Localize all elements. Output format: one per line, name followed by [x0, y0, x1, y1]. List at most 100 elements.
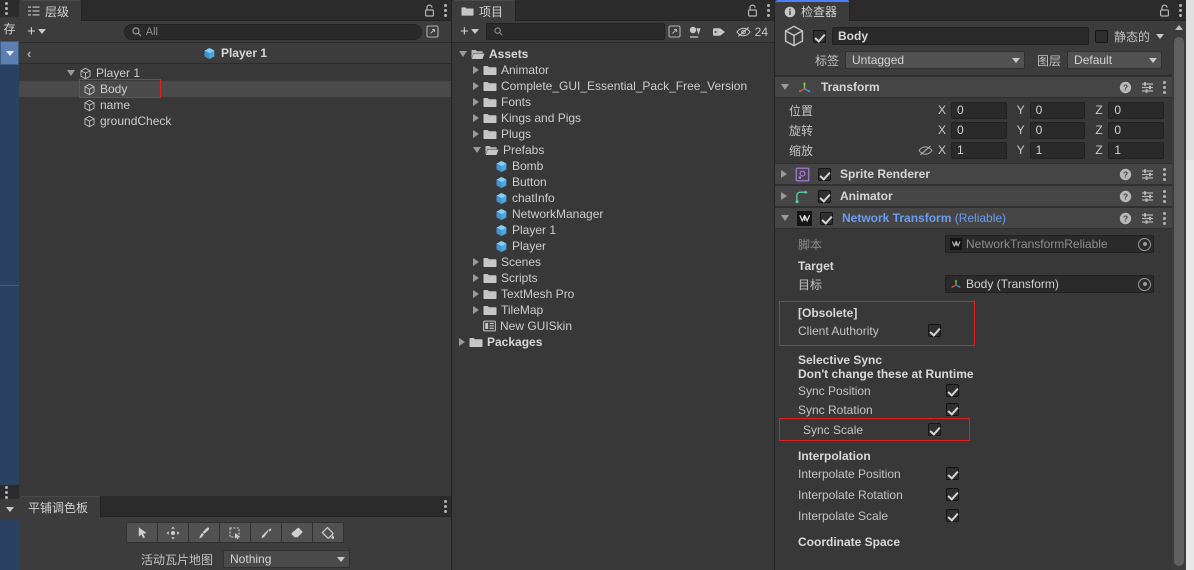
select-tool-button[interactable] — [126, 522, 158, 543]
object-picker-icon[interactable] — [1138, 277, 1151, 291]
kebab-icon[interactable] — [1179, 4, 1182, 17]
paint-tool-button[interactable] — [188, 522, 220, 543]
triangle-expanded-icon[interactable] — [781, 215, 789, 221]
project-row-scenes[interactable]: Scenes — [452, 254, 774, 270]
triangle-expanded-icon[interactable] — [473, 147, 481, 153]
left-panel-dropdown[interactable] — [0, 41, 19, 65]
triangle-expanded-icon[interactable] — [67, 70, 75, 76]
interpolate-position-checkbox[interactable] — [946, 467, 959, 480]
project-row-plugs[interactable]: Plugs — [452, 126, 774, 142]
preset-icon[interactable] — [1141, 81, 1154, 94]
transform-rotation-z[interactable]: 0 — [1108, 121, 1165, 139]
hierarchy-row-groundcheck[interactable]: groundCheck — [19, 113, 451, 129]
object-picker-icon[interactable] — [1138, 237, 1151, 251]
sync-scale-checkbox[interactable] — [928, 423, 941, 436]
box-fill-tool-button[interactable] — [219, 522, 251, 543]
triangle-collapsed-icon[interactable] — [473, 114, 479, 122]
tag-dropdown[interactable]: Untagged — [845, 51, 1026, 69]
triangle-expanded-icon[interactable] — [459, 51, 467, 57]
picker-tool-button[interactable] — [250, 522, 282, 543]
transform-position-x[interactable]: 0 — [951, 101, 1007, 119]
lock-icon[interactable] — [747, 4, 758, 17]
project-row-new-guiskin[interactable]: New GUISkin — [452, 318, 774, 334]
tab-hierarchy[interactable]: 层级 — [19, 0, 83, 21]
help-icon[interactable]: ? — [1119, 81, 1132, 94]
help-icon[interactable]: ? — [1119, 168, 1132, 181]
lock-icon[interactable] — [424, 4, 435, 17]
page-scrollbar-thumb[interactable] — [1186, 0, 1194, 160]
project-row-button[interactable]: Button — [452, 174, 774, 190]
eye-off-icon[interactable] — [914, 145, 936, 156]
triangle-collapsed-icon[interactable] — [473, 258, 479, 266]
triangle-collapsed-icon[interactable] — [473, 306, 479, 314]
kebab-icon[interactable] — [444, 500, 447, 513]
kebab-icon[interactable] — [1163, 80, 1166, 94]
erase-tool-button[interactable] — [281, 522, 313, 543]
fill-tool-button[interactable] — [312, 522, 344, 543]
move-tool-button[interactable] — [157, 522, 189, 543]
gameobject-active-checkbox[interactable] — [813, 29, 826, 43]
project-row-packages[interactable]: Packages — [452, 334, 774, 350]
triangle-collapsed-icon[interactable] — [473, 98, 479, 106]
project-row-chatinfo[interactable]: chatInfo — [452, 190, 774, 206]
triangle-collapsed-icon[interactable] — [473, 274, 479, 282]
tab-inspector[interactable]: 检查器 — [775, 0, 851, 21]
open-in-new-icon[interactable] — [668, 25, 681, 38]
interpolate-scale-checkbox[interactable] — [946, 509, 959, 522]
component-header-transform[interactable]: Transform ? — [775, 76, 1172, 98]
preset-icon[interactable] — [1141, 190, 1154, 203]
transform-rotation-x[interactable]: 0 — [951, 121, 1007, 139]
project-row-tilemap[interactable]: TileMap — [452, 302, 774, 318]
gameobject-name-input[interactable]: Body — [832, 27, 1089, 45]
hierarchy-add-button[interactable]: + — [23, 23, 50, 40]
lock-icon[interactable] — [1159, 4, 1170, 17]
project-row-kings-and-pigs[interactable]: Kings and Pigs — [452, 110, 774, 126]
sync-rotation-checkbox[interactable] — [946, 403, 959, 416]
triangle-collapsed-icon[interactable] — [781, 192, 787, 200]
kebab-icon[interactable] — [1163, 189, 1166, 203]
kebab-icon[interactable] — [1163, 211, 1166, 225]
kebab-icon[interactable] — [444, 4, 447, 17]
animator-enabled-checkbox[interactable] — [818, 189, 831, 203]
kebab-icon[interactable] — [1163, 167, 1166, 181]
project-row-networkmanager[interactable]: NetworkManager — [452, 206, 774, 222]
help-icon[interactable]: ? — [1119, 190, 1132, 203]
hierarchy-row-name[interactable]: name — [19, 97, 451, 113]
transform-rotation-y[interactable]: 0 — [1029, 121, 1086, 139]
kebab-icon[interactable] — [5, 486, 8, 499]
open-in-new-icon[interactable] — [426, 25, 439, 38]
left-panel-canvas[interactable] — [0, 65, 19, 485]
sprite-renderer-enabled-checkbox[interactable] — [818, 167, 831, 181]
page-scrollbar[interactable] — [1186, 0, 1194, 570]
transform-position-z[interactable]: 0 — [1108, 101, 1165, 119]
project-row-assets[interactable]: Assets — [452, 46, 774, 62]
component-header-sprite-renderer[interactable]: Sprite Renderer ? — [775, 163, 1172, 185]
active-tilemap-dropdown[interactable]: Nothing — [223, 550, 351, 568]
component-header-animator[interactable]: Animator ? — [775, 185, 1172, 207]
transform-scale-z[interactable]: 1 — [1108, 141, 1165, 159]
script-object-field[interactable]: NetworkTransformReliable — [945, 235, 1154, 253]
filter-by-type-icon[interactable] — [688, 25, 702, 39]
project-row-complete-gui[interactable]: Complete_GUI_Essential_Pack_Free_Version — [452, 78, 774, 94]
caret-down-icon[interactable] — [1156, 33, 1164, 39]
help-icon[interactable]: ? — [1119, 212, 1132, 225]
left-panel-dropdown2[interactable] — [0, 499, 19, 520]
network-transform-enabled-checkbox[interactable] — [820, 211, 833, 225]
kebab-icon[interactable] — [767, 4, 770, 17]
triangle-collapsed-icon[interactable] — [473, 130, 479, 138]
inspector-scrollbar-thumb[interactable] — [1174, 37, 1184, 566]
project-search-input[interactable] — [485, 23, 665, 40]
eye-off-icon[interactable] — [735, 26, 751, 38]
project-add-button[interactable]: + — [456, 23, 483, 40]
sync-position-checkbox[interactable] — [946, 384, 959, 397]
triangle-collapsed-icon[interactable] — [473, 82, 479, 90]
triangle-collapsed-icon[interactable] — [473, 290, 479, 298]
project-row-scripts[interactable]: Scripts — [452, 270, 774, 286]
project-row-fonts[interactable]: Fonts — [452, 94, 774, 110]
hierarchy-row-player1[interactable]: Player 1 — [19, 65, 451, 81]
transform-scale-x[interactable]: 1 — [951, 141, 1007, 159]
static-checkbox[interactable] — [1094, 29, 1108, 43]
component-header-network-transform[interactable]: Network Transform (Reliable) ? — [775, 207, 1172, 229]
client-authority-checkbox[interactable] — [928, 324, 941, 337]
target-object-field[interactable]: Body (Transform) — [945, 275, 1154, 293]
